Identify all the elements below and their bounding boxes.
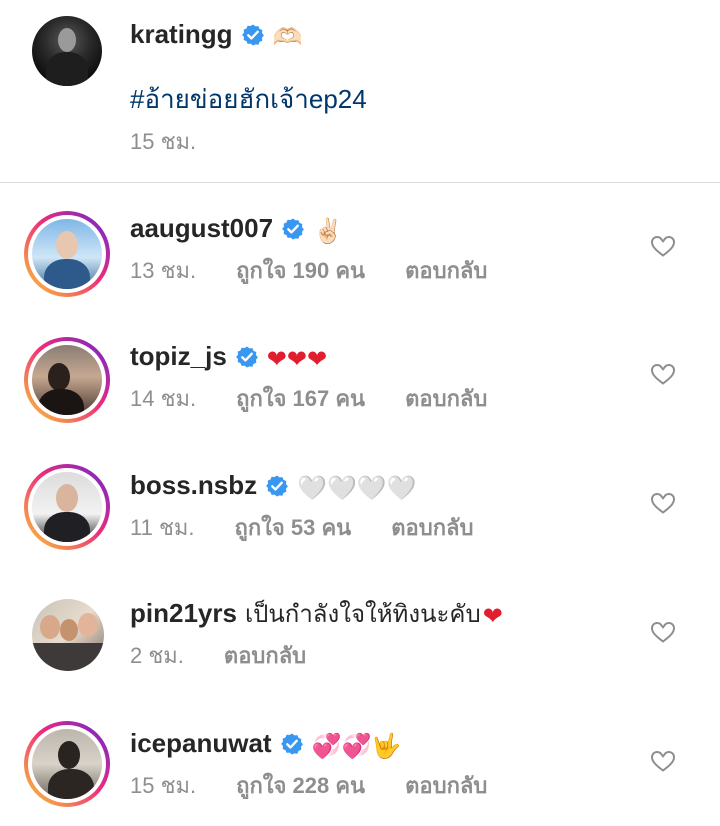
comment-emoji: 🤍🤍🤍🤍 bbox=[297, 475, 417, 502]
comment-avatar-story-ring[interactable] bbox=[24, 211, 110, 297]
comment-avatar-story-ring[interactable] bbox=[24, 721, 110, 807]
comment-avatar[interactable] bbox=[32, 599, 104, 671]
comment-timestamp: 11 ชม. bbox=[130, 515, 195, 540]
comment-header: pin21yrs เป็นกำลังใจให้ทิงนะคับ❤ bbox=[130, 598, 503, 630]
comment-item: topiz_js ❤❤❤ 14 ชม. ถูกใจ 167 คน ตอบกลับ bbox=[0, 328, 720, 438]
heart-outline-icon[interactable] bbox=[650, 234, 676, 258]
caption-emoji: 🫶🏻 bbox=[272, 24, 303, 51]
caption-divider bbox=[0, 182, 720, 183]
comment-like-count[interactable]: ถูกใจ 167 คน bbox=[236, 385, 365, 413]
comment-like-count[interactable]: ถูกใจ 53 คน bbox=[235, 514, 352, 542]
reply-button[interactable]: ตอบกลับ bbox=[405, 772, 487, 800]
comment-meta: 13 ชม. ถูกใจ 190 คน ตอบกลับ bbox=[130, 257, 527, 285]
comment-timestamp: 2 ชม. bbox=[130, 643, 184, 668]
comment-username[interactable]: pin21yrs bbox=[130, 598, 237, 628]
heart-outline-icon[interactable] bbox=[650, 620, 676, 644]
caption-hashtag[interactable]: #อ้ายข่อยฮักเจ้าep24 bbox=[130, 83, 367, 115]
comment-username[interactable]: aaugust007 bbox=[130, 213, 273, 243]
comment-avatar-story-ring[interactable] bbox=[24, 337, 110, 423]
caption-author-avatar[interactable] bbox=[32, 16, 102, 86]
comment-like-count[interactable]: ถูกใจ 190 คน bbox=[236, 257, 365, 285]
comment-header: icepanuwat 💞💞🤟 bbox=[130, 728, 401, 759]
caption-timestamp: 15 ชม. bbox=[130, 129, 197, 154]
comment-username[interactable]: boss.nsbz bbox=[130, 470, 257, 500]
heart-outline-icon[interactable] bbox=[650, 362, 676, 386]
comment-meta: 2 ชม. ตอบกลับ bbox=[130, 642, 346, 670]
reply-button[interactable]: ตอบกลับ bbox=[224, 642, 306, 670]
comment-meta: 15 ชม. ถูกใจ 228 คน ตอบกลับ bbox=[130, 772, 527, 800]
verified-badge-icon bbox=[282, 218, 304, 240]
comment-like-count[interactable]: ถูกใจ 228 คน bbox=[236, 772, 365, 800]
verified-badge-icon bbox=[235, 346, 258, 368]
heart-outline-icon[interactable] bbox=[650, 491, 676, 515]
comment-item: boss.nsbz 🤍🤍🤍🤍 11 ชม. ถูกใจ 53 คน ตอบกลับ bbox=[0, 458, 720, 568]
comment-item: aaugust007 ✌🏻 13 ชม. ถูกใจ 190 คน ตอบกลับ bbox=[0, 200, 720, 310]
comment-emoji: ✌🏻 bbox=[313, 218, 343, 245]
comment-emoji: ❤ bbox=[482, 603, 503, 630]
comment-meta: 14 ชม. ถูกใจ 167 คน ตอบกลับ bbox=[130, 385, 527, 413]
comment-timestamp: 15 ชม. bbox=[130, 773, 197, 798]
comment-avatar-story-ring[interactable] bbox=[24, 464, 110, 550]
verified-badge-icon bbox=[280, 733, 303, 755]
caption-username-row: kratingg 🫶🏻 bbox=[130, 19, 302, 50]
heart-outline-icon[interactable] bbox=[650, 749, 676, 773]
comment-timestamp: 13 ชม. bbox=[130, 258, 197, 283]
reply-button[interactable]: ตอบกลับ bbox=[405, 257, 487, 285]
reply-button[interactable]: ตอบกลับ bbox=[405, 385, 487, 413]
comment-meta: 11 ชม. ถูกใจ 53 คน ตอบกลับ bbox=[130, 514, 513, 542]
comment-emoji: ❤❤❤ bbox=[266, 346, 328, 373]
verified-badge-icon bbox=[241, 24, 264, 46]
comment-username[interactable]: topiz_js bbox=[130, 341, 227, 371]
comment-header: boss.nsbz 🤍🤍🤍🤍 bbox=[130, 470, 417, 501]
comment-username[interactable]: icepanuwat bbox=[130, 728, 272, 758]
comment-item: icepanuwat 💞💞🤟 15 ชม. ถูกใจ 228 คน ตอบกลับ bbox=[0, 716, 720, 826]
comment-text: เป็นกำลังใจให้ทิงนะคับ bbox=[244, 601, 481, 628]
comment-timestamp: 14 ชม. bbox=[130, 386, 197, 411]
verified-badge-icon bbox=[266, 475, 289, 497]
comment-header: topiz_js ❤❤❤ bbox=[130, 341, 327, 372]
post-caption: kratingg 🫶🏻 #อ้ายข่อยฮักเจ้าep24 15 ชม. bbox=[0, 0, 720, 182]
comment-emoji: 💞💞🤟 bbox=[311, 733, 402, 760]
reply-button[interactable]: ตอบกลับ bbox=[391, 514, 473, 542]
caption-username[interactable]: kratingg bbox=[130, 19, 233, 49]
comment-header: aaugust007 ✌🏻 bbox=[130, 213, 343, 244]
comment-item: pin21yrs เป็นกำลังใจให้ทิงนะคับ❤ 2 ชม. ตอบ… bbox=[0, 588, 720, 698]
